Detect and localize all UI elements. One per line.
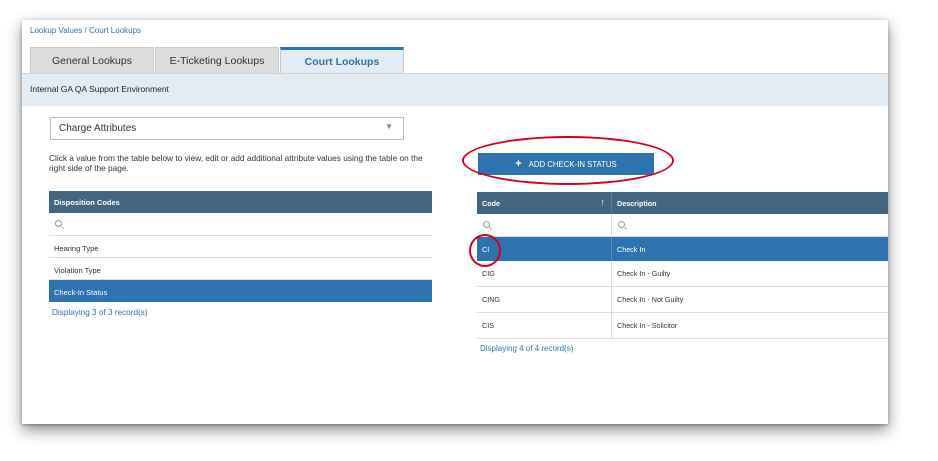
column-header-disposition-codes[interactable]: Disposition Codes: [49, 191, 432, 213]
highlight-annotation-circle: [469, 234, 501, 267]
app-window: Lookup Values / Court Lookups General Lo…: [22, 20, 888, 424]
table-row[interactable]: CING Check In - Not Guilty: [477, 287, 888, 313]
instruction-text: Click a value from the table below to vi…: [49, 153, 423, 173]
table-row[interactable]: CIG Check In - Guilty: [477, 261, 888, 287]
code-cell: CIS: [477, 313, 612, 338]
filter-row: [477, 214, 888, 237]
environment-bar: Internal GA QA Support Environment: [22, 73, 888, 106]
environment-label: Internal GA QA Support Environment: [30, 84, 169, 94]
list-item[interactable]: Hearing Type: [49, 236, 432, 258]
search-icon: [618, 221, 625, 228]
left-table-record-count: Displaying 3 of 3 record(s): [52, 308, 148, 317]
list-item[interactable]: Violation Type: [49, 258, 432, 280]
attribute-select-value: Charge Attributes: [59, 123, 137, 134]
right-table-record-count: Displaying 4 of 4 record(s): [480, 344, 574, 353]
code-cell: CIG: [477, 261, 612, 286]
search-icon: [55, 220, 62, 227]
filter-input[interactable]: [49, 213, 432, 236]
table-header-row: Code ↑ Description: [477, 192, 888, 214]
tab-e-ticketing-lookups[interactable]: E-Ticketing Lookups: [155, 47, 279, 73]
table-row[interactable]: CIS Check In - Solicitor: [477, 313, 888, 339]
description-cell: Check In - Not Guilty: [617, 295, 684, 304]
check-in-status-table: Code ↑ Description CI Check In CIG Check…: [477, 192, 888, 339]
tab-bar: General Lookups E-Ticketing Lookups Cour…: [30, 47, 405, 73]
chevron-down-icon: ▼: [385, 122, 393, 131]
disposition-codes-table: Disposition Codes Hearing Type Violation…: [49, 191, 432, 302]
code-filter-input[interactable]: [477, 214, 612, 236]
sort-ascending-icon[interactable]: ↑: [601, 197, 606, 207]
highlight-annotation-oval: [462, 136, 674, 185]
description-cell: Check In: [617, 244, 646, 254]
list-item-selected[interactable]: Check-In Status: [49, 280, 432, 302]
tab-general-lookups[interactable]: General Lookups: [30, 47, 154, 73]
description-cell: Check In - Guilty: [617, 269, 671, 278]
column-header-code-label: Code: [482, 198, 500, 208]
description-filter-input[interactable]: [612, 214, 888, 236]
search-icon: [483, 221, 490, 228]
column-header-description-label: Description: [617, 198, 657, 208]
attribute-select[interactable]: Charge Attributes ▼: [50, 117, 404, 140]
table-row-selected[interactable]: CI Check In: [477, 237, 888, 261]
breadcrumb[interactable]: Lookup Values / Court Lookups: [30, 26, 141, 35]
tab-court-lookups[interactable]: Court Lookups: [280, 47, 404, 73]
description-cell: Check In - Solicitor: [617, 321, 678, 330]
code-cell: CING: [477, 287, 612, 312]
column-header-description[interactable]: Description: [612, 192, 888, 214]
column-header-code[interactable]: Code ↑: [477, 192, 612, 214]
